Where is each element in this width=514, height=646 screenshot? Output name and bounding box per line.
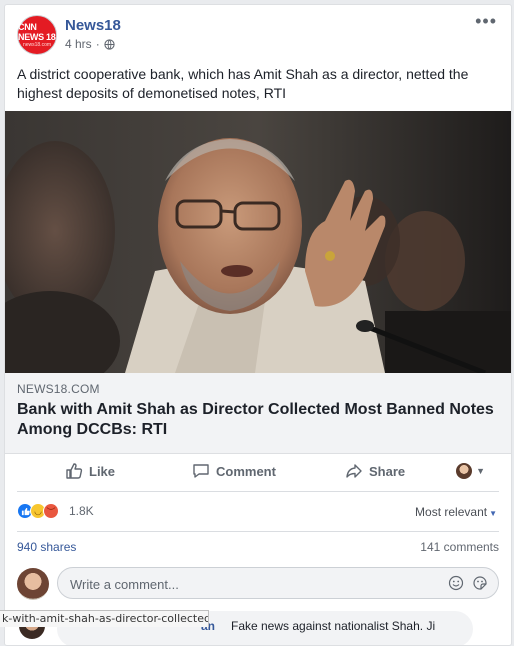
comments-count[interactable]: 141 comments: [420, 540, 499, 554]
comment-label: Comment: [216, 463, 276, 479]
link-preview[interactable]: NEWS18.COM Bank with Amit Shah as Direct…: [5, 373, 511, 454]
thumbs-up-icon: [66, 463, 83, 479]
share-label: Share: [369, 463, 406, 479]
comment-input[interactable]: Write a comment...: [57, 567, 499, 599]
page-name-link[interactable]: News18: [65, 17, 121, 34]
share-button[interactable]: Share: [345, 462, 405, 480]
react-as-selector[interactable]: ▼: [456, 463, 485, 479]
avatar-logo-text: CNN NEWS 18: [18, 22, 56, 42]
comment-button[interactable]: Comment: [192, 462, 276, 480]
like-button[interactable]: Like: [65, 462, 115, 480]
comment-sort-label: Most relevant: [415, 505, 488, 519]
user-avatar[interactable]: [17, 568, 49, 600]
reaction-count[interactable]: 1.8K: [69, 504, 94, 518]
post-image[interactable]: [5, 111, 511, 373]
shares-count[interactable]: 940 shares: [17, 540, 76, 554]
comment-composer: Write a comment...: [17, 567, 499, 601]
comment-sort-dropdown[interactable]: Most relevant ▼: [415, 505, 497, 519]
comment-text: Fake news against nationalist Shah. Ji: [231, 619, 436, 633]
page-avatar[interactable]: CNN NEWS 18 news18.com: [17, 15, 57, 55]
caret-down-icon: ▼: [489, 509, 497, 518]
more-options-icon[interactable]: •••: [475, 12, 497, 30]
post-actions-bar: Like Comment Share ▼: [17, 453, 499, 492]
post-meta: 4 hrs ·: [65, 37, 115, 51]
emoji-icon[interactable]: [448, 575, 464, 591]
meta-separator: ·: [95, 37, 100, 51]
post-photo-illustration: [5, 111, 511, 373]
globe-icon[interactable]: [104, 38, 115, 50]
status-bar-url: k-with-amit-shah-as-director-collected: [0, 610, 209, 627]
comment-placeholder: Write a comment...: [70, 577, 179, 592]
post-stats: 940 shares 141 comments: [17, 537, 499, 557]
avatar-logo-subtext: news18.com: [22, 42, 52, 48]
link-title[interactable]: Bank with Amit Shah as Director Collecte…: [17, 400, 499, 440]
like-label: Like: [89, 463, 116, 479]
share-arrow-icon: [346, 464, 362, 478]
post-header: CNN NEWS 18 news18.com News18 4 hrs · ••…: [5, 5, 511, 59]
user-mini-avatar: [456, 463, 473, 479]
post-card: CNN NEWS 18 news18.com News18 4 hrs · ••…: [4, 4, 512, 646]
reaction-icons[interactable]: ◡ ︶: [17, 503, 59, 519]
link-domain: NEWS18.COM: [17, 382, 100, 396]
reactions-bar: ◡ ︶ 1.8K Most relevant ▼: [17, 491, 499, 532]
chevron-down-icon: ▼: [476, 466, 485, 476]
post-text: A district cooperative bank, which has A…: [17, 66, 469, 101]
sticker-icon[interactable]: [472, 575, 488, 591]
comment-icon: [193, 464, 209, 478]
angry-icon: ︶: [43, 503, 59, 519]
post-timestamp[interactable]: 4 hrs: [65, 37, 92, 51]
